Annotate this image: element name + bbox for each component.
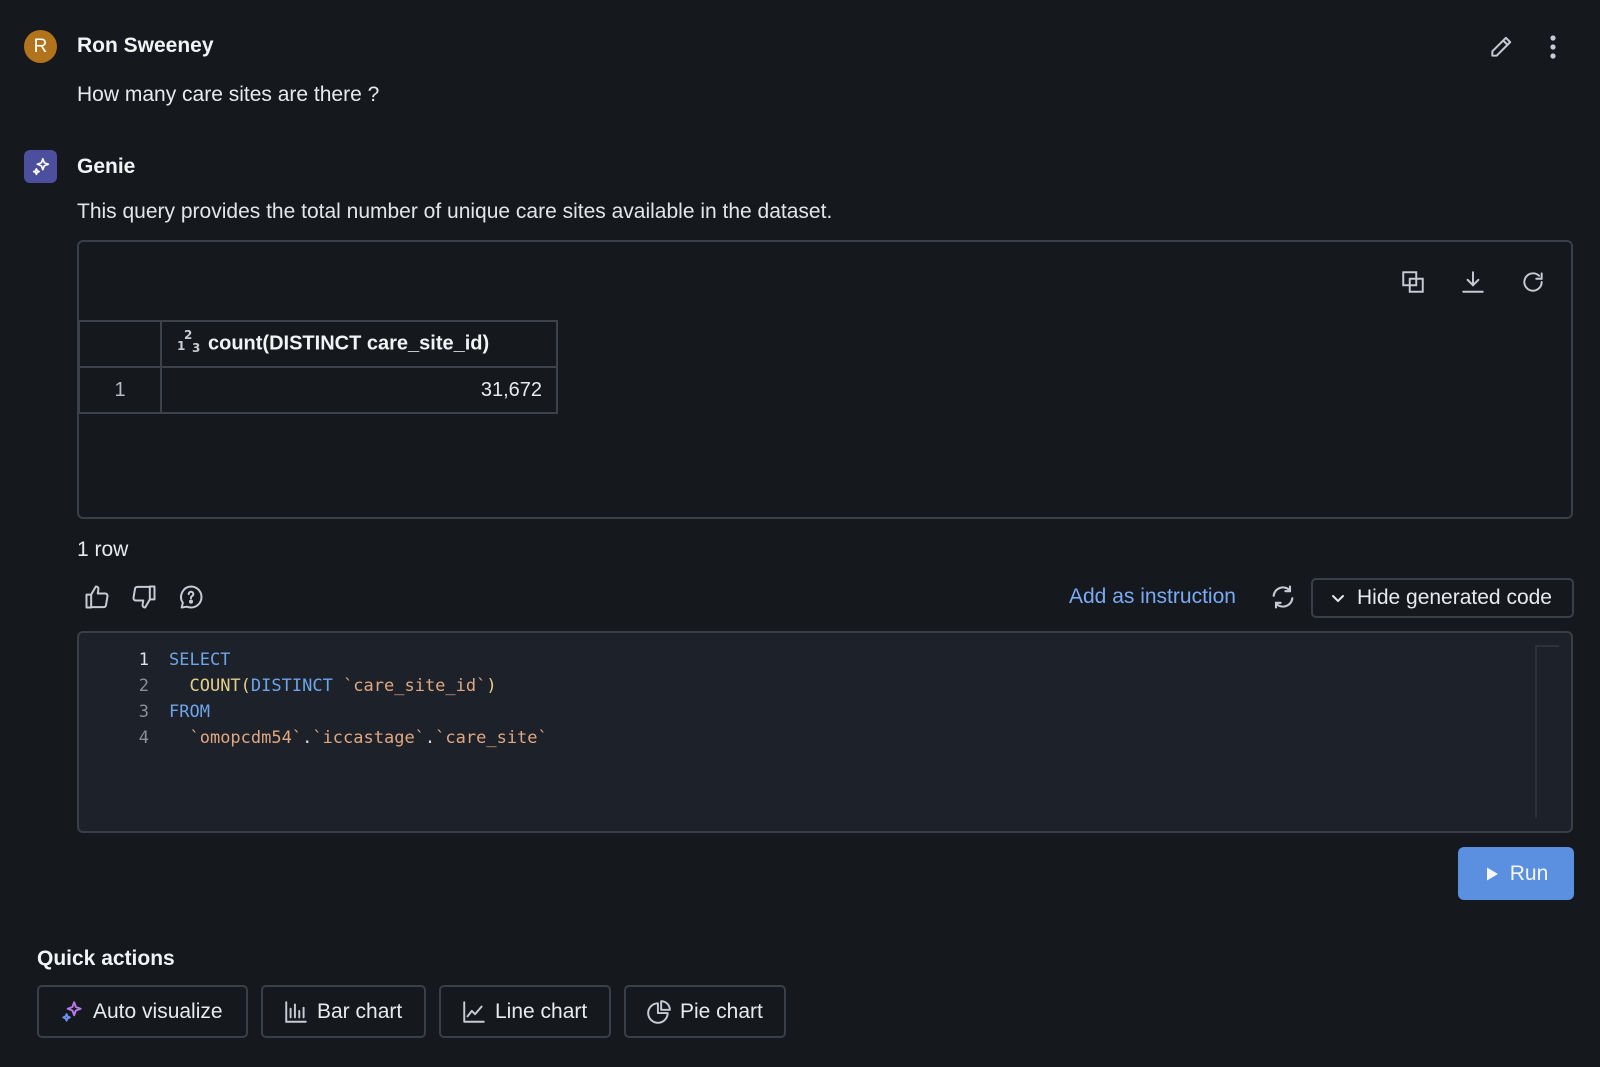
- thumbs-down-button[interactable]: [127, 580, 161, 614]
- download-button[interactable]: [1455, 264, 1491, 300]
- copy-button[interactable]: [1395, 264, 1431, 300]
- row-count: 1 row: [77, 538, 129, 561]
- cell-value[interactable]: 31,672: [160, 366, 558, 414]
- edit-message-button[interactable]: [1484, 30, 1518, 64]
- vertical-dots-icon: [1550, 35, 1556, 59]
- refresh-button[interactable]: [1515, 264, 1551, 300]
- code-line: 4 `omopcdm54`.`iccastage`.`care_site`: [138, 728, 548, 748]
- pie-chart-label: Pie chart: [680, 999, 763, 1023]
- line-chart-label: Line chart: [495, 999, 588, 1023]
- row-index-header: [78, 320, 162, 368]
- copy-icon: [1402, 271, 1424, 293]
- svg-text:2: 2: [184, 328, 192, 342]
- download-icon: [1462, 271, 1484, 293]
- question-bubble-icon: [180, 585, 203, 609]
- pie-chart-icon: [646, 999, 672, 1025]
- add-as-instruction-link[interactable]: Add as instruction: [1069, 585, 1236, 609]
- run-button[interactable]: Run: [1458, 847, 1574, 900]
- code-scrollbar[interactable]: [1535, 645, 1559, 818]
- table-header-row: 123 count(DISTINCT care_site_id): [78, 320, 558, 368]
- user-name: Ron Sweeney: [77, 34, 214, 57]
- hide-generated-code-button[interactable]: Hide generated code: [1311, 578, 1574, 618]
- chevron-down-icon: [1331, 591, 1345, 605]
- hide-generated-code-label: Hide generated code: [1357, 586, 1552, 609]
- bar-chart-icon: [283, 999, 309, 1025]
- row-index: 1: [78, 366, 162, 414]
- column-header[interactable]: 123 count(DISTINCT care_site_id): [160, 320, 558, 368]
- code-editor[interactable]: 1 SELECT 2 COUNT(DISTINCT `care_site_id`)…: [77, 631, 1573, 833]
- svg-text:3: 3: [192, 341, 200, 354]
- column-header-label: count(DISTINCT care_site_id): [208, 332, 490, 355]
- refresh-icon: [1523, 272, 1543, 292]
- auto-visualize-label: Auto visualize: [93, 999, 223, 1023]
- comment-button[interactable]: [174, 580, 208, 614]
- quick-actions-title: Quick actions: [37, 947, 175, 970]
- sync-icon: [1272, 585, 1294, 609]
- genie-avatar: [24, 150, 57, 183]
- user-avatar: R: [24, 30, 57, 63]
- pie-chart-button[interactable]: Pie chart: [624, 985, 786, 1038]
- pencil-icon: [1491, 36, 1512, 57]
- thumbs-up-icon: [85, 585, 109, 609]
- auto-visualize-button[interactable]: Auto visualize: [37, 985, 248, 1038]
- sparkle-icon: [59, 999, 85, 1025]
- thumbs-down-icon: [132, 585, 156, 609]
- bar-chart-button[interactable]: Bar chart: [261, 985, 426, 1038]
- code-line: 3 FROM: [138, 702, 210, 722]
- user-question: How many care sites are there ?: [77, 83, 380, 106]
- table-row: 1 31,672: [78, 366, 558, 414]
- integer-type-icon: 123: [176, 328, 202, 360]
- genie-description: This query provides the total number of …: [77, 200, 833, 223]
- sparkle-icon: [32, 157, 49, 175]
- thumbs-up-button[interactable]: [80, 580, 114, 614]
- line-chart-icon: [461, 999, 487, 1025]
- result-table: 123 count(DISTINCT care_site_id) 1 31,67…: [78, 320, 558, 414]
- genie-name: Genie: [77, 155, 136, 178]
- play-icon: [1486, 867, 1498, 880]
- run-label: Run: [1509, 861, 1549, 885]
- more-options-button[interactable]: [1538, 30, 1568, 64]
- code-line: 2 COUNT(DISTINCT `care_site_id`): [138, 676, 497, 696]
- code-line: 1 SELECT: [138, 650, 231, 670]
- regenerate-button[interactable]: [1266, 580, 1300, 614]
- line-chart-button[interactable]: Line chart: [439, 985, 611, 1038]
- bar-chart-label: Bar chart: [317, 999, 403, 1023]
